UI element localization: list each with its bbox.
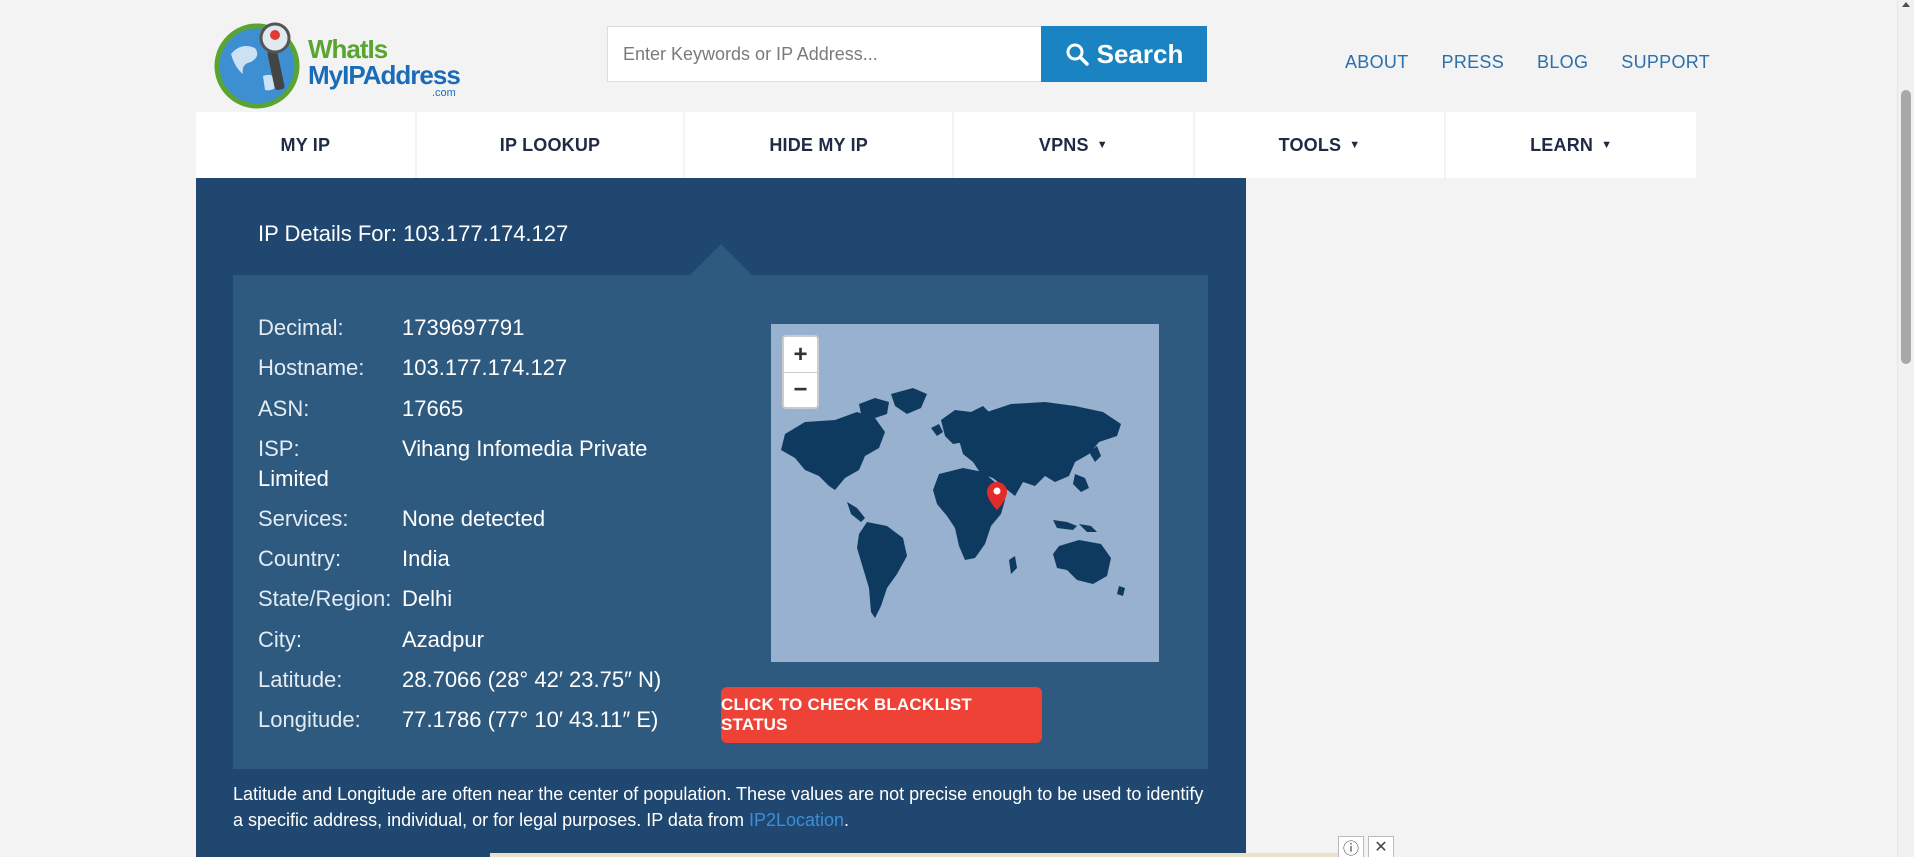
city-label: City: xyxy=(258,627,302,652)
isp-value-line1: Vihang Infomedia Private xyxy=(402,436,648,461)
nav-tools[interactable]: TOOLS ▼ xyxy=(1194,112,1445,178)
disclaimer-text: Latitude and Longitude are often near th… xyxy=(233,784,1204,830)
ip2location-link[interactable]: IP2Location xyxy=(749,810,844,830)
latitude-label: Latitude: xyxy=(258,667,343,692)
latitude-value: 28.7066 (28° 42′ 23.75″ N) xyxy=(402,667,662,692)
geolocation-disclaimer: Latitude and Longitude are often near th… xyxy=(233,781,1213,833)
zoom-out-button[interactable]: − xyxy=(784,372,817,407)
link-blog[interactable]: BLOG xyxy=(1537,52,1588,73)
row-decimal: Decimal: 1739697791 xyxy=(258,313,524,343)
link-support[interactable]: SUPPORT xyxy=(1621,52,1710,73)
row-longitude: Longitude: 77.1786 (77° 10′ 43.11″ E) xyxy=(258,705,658,735)
decimal-label: Decimal: xyxy=(258,315,344,340)
nav-my-ip[interactable]: MY IP xyxy=(196,112,415,178)
caret-down-icon: ▼ xyxy=(1601,139,1613,151)
row-isp: ISP: Vihang Infomedia Private Limited xyxy=(258,434,678,494)
nav-label: VPNS xyxy=(1038,134,1089,155)
logo-wordmark: WhatIs MyIPAddress .com xyxy=(308,34,461,99)
search-form: Search xyxy=(607,26,1207,82)
nav-label: TOOLS xyxy=(1278,134,1342,155)
zoom-in-button[interactable]: + xyxy=(784,337,817,372)
row-state: State/Region: Delhi xyxy=(258,584,452,614)
page-scrollbar[interactable] xyxy=(1897,0,1914,857)
hostname-value: 103.177.174.127 xyxy=(402,355,568,380)
caret-down-icon: ▼ xyxy=(1349,139,1361,151)
blacklist-check-button[interactable]: CLICK TO CHECK BLACKLIST STATUS xyxy=(721,687,1042,743)
map-zoom-controls: + − xyxy=(782,335,819,409)
asn-value: 17665 xyxy=(402,396,464,421)
disclaimer-end: . xyxy=(844,810,850,830)
row-asn: ASN: 17665 xyxy=(258,394,463,424)
longitude-value: 77.1786 (77° 10′ 43.11″ E) xyxy=(402,707,659,732)
logo-line-1: WhatIs xyxy=(308,34,388,64)
row-latitude: Latitude: 28.7066 (28° 42′ 23.75″ N) xyxy=(258,665,661,695)
link-about[interactable]: ABOUT xyxy=(1345,52,1409,73)
ad-controls: ⓘ ✕ xyxy=(1338,836,1394,857)
hostname-label: Hostname: xyxy=(258,355,365,380)
state-value: Delhi xyxy=(402,586,453,611)
decimal-value: 1739697791 xyxy=(402,315,525,340)
scroll-up-icon[interactable] xyxy=(1902,2,1910,7)
services-value: None detected xyxy=(402,506,546,531)
search-icon xyxy=(1066,43,1089,66)
ip-details-title: IP Details For: 103.177.174.127 xyxy=(258,221,569,246)
isp-value-line2: Limited xyxy=(258,466,329,491)
nav-ip-lookup[interactable]: IP LOOKUP xyxy=(416,112,684,178)
ad-banner[interactable] xyxy=(490,853,1338,857)
state-label: State/Region: xyxy=(258,586,392,611)
asn-label: ASN: xyxy=(258,396,310,421)
ip-details-box: Decimal: 1739697791 Hostname: 103.177.174.… xyxy=(233,275,1208,769)
isp-label: ISP: xyxy=(258,436,300,461)
panel-pointer xyxy=(690,244,752,275)
country-value: India xyxy=(402,546,450,571)
search-button-label: Search xyxy=(1096,38,1184,69)
caret-down-icon: ▼ xyxy=(1096,139,1108,151)
country-label: Country: xyxy=(258,546,342,571)
top-links: ABOUT PRESS BLOG SUPPORT xyxy=(1345,52,1743,73)
globe-logo-icon xyxy=(214,22,300,109)
link-press[interactable]: PRESS xyxy=(1442,52,1505,73)
location-map[interactable]: + − xyxy=(771,324,1159,662)
ip-details-panel: IP Details For: 103.177.174.127 Decimal:… xyxy=(196,178,1246,857)
longitude-label: Longitude: xyxy=(258,707,361,732)
nav-label: LEARN xyxy=(1530,134,1594,155)
row-services: Services: None detected xyxy=(258,504,545,534)
main-nav: MY IP IP LOOKUP HIDE MY IP VPNS ▼ TOOLS ▼ … xyxy=(196,112,1696,178)
scrollbar-thumb[interactable] xyxy=(1901,90,1911,364)
nav-label: IP LOOKUP xyxy=(499,134,601,155)
row-hostname: Hostname: 103.177.174.127 xyxy=(258,353,567,383)
city-value: Azadpur xyxy=(402,627,484,652)
nav-label: HIDE MY IP xyxy=(769,134,869,155)
nav-vpns[interactable]: VPNS ▼ xyxy=(953,112,1193,178)
close-icon[interactable]: ✕ xyxy=(1368,836,1394,857)
row-country: Country: India xyxy=(258,544,450,574)
search-button[interactable]: Search xyxy=(1041,26,1207,82)
logo-line-2: MyIPAddress xyxy=(308,60,461,90)
site-logo[interactable]: WhatIs MyIPAddress .com xyxy=(213,18,475,109)
search-input[interactable] xyxy=(607,26,1041,82)
row-city: City: Azadpur xyxy=(258,625,484,655)
world-map xyxy=(781,388,1125,618)
adchoices-icon[interactable]: ⓘ xyxy=(1338,836,1364,857)
nav-hide-my-ip[interactable]: HIDE MY IP xyxy=(685,112,952,178)
nav-learn[interactable]: LEARN ▼ xyxy=(1446,112,1696,178)
services-label: Services: xyxy=(258,506,349,531)
nav-label: MY IP xyxy=(280,134,331,155)
